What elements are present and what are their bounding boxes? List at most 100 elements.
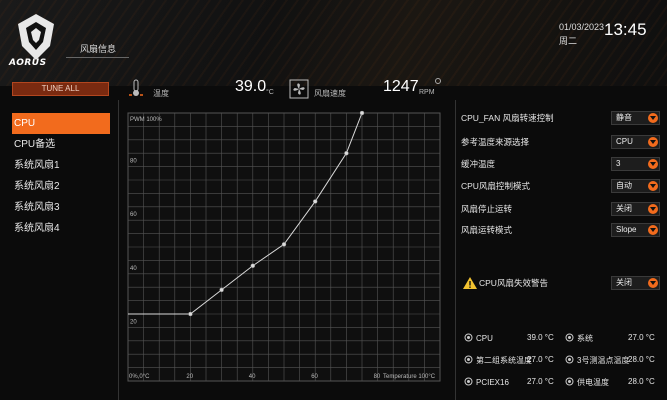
sensor-system-value: 27.0 °C [628,333,655,342]
temperature-value: 39.0 [235,78,267,95]
setting-label: 参考温度来源选择 [461,137,530,147]
sensor-point3-value: 28.0 °C [628,355,655,364]
setting-row-fan-speed-control: CPU_FAN 风扇转速控制 静音 [461,111,661,125]
temperature-unit: °C [266,89,274,96]
setting-row-fan-stop: 风扇停止运转 关闭 [461,202,661,216]
y-tick-label: 60 [130,212,137,218]
fan-icon [289,79,309,99]
fan-speed-label: 风扇速度 [314,89,346,98]
sensor-vrm: 供电温度 [565,377,609,388]
weekday: 周二 [559,36,578,46]
fan-item-cpu-opt[interactable]: CPU备选 [12,134,110,155]
fan-speed-unit: RPM [419,89,435,96]
setting-row-temp-source: 参考温度来源选择 CPU [461,135,661,149]
tune-all-button[interactable]: TUNE ALL [12,82,109,96]
tab-fan-info[interactable]: 风扇信息 [80,42,116,55]
curve-point[interactable] [281,242,287,247]
chevron-down-icon [648,159,658,169]
select-value: 静音 [616,113,632,122]
temp-source-select[interactable]: CPU [611,135,660,149]
curve-point[interactable] [312,199,318,204]
fan-item-sys2[interactable]: 系统风扇2 [12,176,110,197]
thermometer-icon [464,333,473,342]
select-value: Slope [616,225,637,234]
sensor-name: CPU [476,334,493,343]
sensor-system2-value: 27.0 °C [527,355,554,364]
sensor-point3: 3号测温点温度 [565,355,629,366]
setting-label: 风扇运转模式 [461,225,513,235]
tab-underline [66,57,129,58]
chevron-down-icon [648,181,658,191]
chevron-down-icon [648,137,658,147]
setting-row-fail-warning: 关闭 [461,276,661,290]
fan-item-cpu[interactable]: CPU [12,113,110,134]
y-axis-title: PWM 100% [130,117,162,123]
thermometer-icon [464,377,473,386]
sensor-name: PCIEX16 [476,378,509,387]
origin-label: 0%,0°C [129,374,150,380]
run-mode-select[interactable]: Slope [611,223,660,237]
fan-speed-control-select[interactable]: 静音 [611,111,660,125]
setting-row-control-mode: CPU风扇控制模式 自动 [461,179,661,193]
temperature-label: 温度 [153,89,169,98]
select-value: 关闭 [616,278,632,287]
date: 01/03/2023 [559,22,605,32]
fan-item-sys3[interactable]: 系统风扇3 [12,197,110,218]
select-value: 关闭 [616,204,632,213]
x-tick-label: 20 [186,374,193,380]
select-value: CPU [616,137,633,146]
setting-label: CPU风扇控制模式 [461,181,530,191]
curve-point[interactable] [188,311,193,317]
select-value: 3 [616,159,621,168]
chevron-down-icon [648,113,658,123]
thermometer-icon [129,79,143,96]
y-tick-label: 80 [130,159,137,165]
curve-point[interactable] [359,110,365,116]
x-tick-label: 80 [374,374,381,380]
fan-item-sys1[interactable]: 系统风扇1 [12,155,110,176]
fan-fail-warning-select[interactable]: 关闭 [611,276,660,290]
select-value: 自动 [616,181,632,190]
thermometer-icon [565,377,574,386]
x-tick-label: 40 [249,374,256,380]
chevron-down-icon [648,204,658,214]
control-mode-select[interactable]: 自动 [611,179,660,193]
fan-stop-select[interactable]: 关闭 [611,202,660,216]
curve-point[interactable] [219,287,224,293]
y-tick-label: 20 [130,319,137,325]
sensor-name: 3号测温点温度 [577,356,630,365]
setting-row-run-mode: 风扇运转模式 Slope [461,223,661,237]
left-divider [118,100,119,400]
sensor-system2: 第二组系统温度 [464,355,532,366]
setting-label: CPU_FAN 风扇转速控制 [461,113,554,123]
fan-item-sys4[interactable]: 系统风扇4 [12,218,110,239]
fan-list: CPU CPU备选 系统风扇1 系统风扇2 系统风扇3 系统风扇4 [12,113,110,239]
sensor-cpu-value: 39.0 °C [527,333,554,342]
sensor-name: 供电温度 [577,378,609,387]
sensor-system: 系统 [565,333,593,344]
brand-logo-text: AORUS [9,58,47,68]
right-divider [455,100,456,400]
clock-time: 13:45 [604,20,647,39]
setting-row-hysteresis: 缓冲温度 3 [461,157,661,171]
sensor-pciex16-value: 27.0 °C [527,377,554,386]
curve-point[interactable] [344,150,349,156]
hysteresis-select[interactable]: 3 [611,157,660,171]
thermometer-icon [565,333,574,342]
sensor-name: 系统 [577,334,593,343]
thermometer-icon [464,355,473,364]
y-tick-label: 40 [130,266,137,272]
x-axis-title: Temperature 100°C [383,374,436,380]
thermometer-icon [565,355,574,364]
fan-speed-value: 1247 [383,78,419,95]
chevron-down-icon [648,278,658,288]
fan-curve-chart[interactable]: 20 40 60 80 20 40 60 80 0%,0°C PWM 100% Temperatur… [124,109,446,400]
curve-point[interactable] [250,263,256,269]
sensor-vrm-value: 28.0 °C [628,377,655,386]
setting-label: 风扇停止运转 [461,204,513,214]
status-dot-icon [435,78,441,84]
sensor-pciex16: PCIEX16 [464,377,509,387]
header: AORUS 风扇信息 01/03/2023 周二 13:45 [0,0,667,86]
x-tick-label: 60 [311,374,318,380]
fan-curve-svg[interactable]: 20 40 60 80 20 40 60 80 0%,0°C PWM 100% Temperatur… [124,109,446,400]
